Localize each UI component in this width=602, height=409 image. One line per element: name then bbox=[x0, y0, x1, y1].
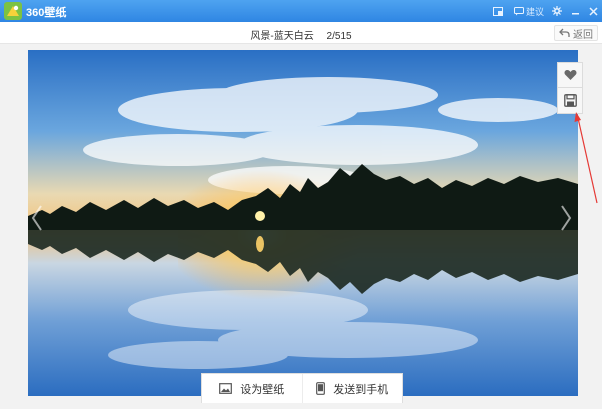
category-label: 风景-蓝天白云 bbox=[250, 31, 314, 42]
info-bar: 风景-蓝天白云 2/515 返回 bbox=[0, 22, 602, 44]
feedback-button[interactable]: 建议 bbox=[512, 2, 546, 20]
title-bar: 360壁纸 建议 bbox=[0, 0, 602, 22]
photo-counter: 2/515 bbox=[326, 31, 352, 42]
picture-icon bbox=[219, 383, 233, 394]
back-button[interactable]: 返回 bbox=[554, 25, 598, 41]
close-icon[interactable] bbox=[586, 2, 600, 20]
heart-icon bbox=[564, 70, 576, 80]
bottom-action-bar: 设为壁纸 发送到手机 bbox=[201, 373, 403, 403]
back-label: 返回 bbox=[573, 29, 593, 41]
photo-title: 风景-蓝天白云 2/515 bbox=[0, 27, 602, 42]
settings-gear-icon[interactable] bbox=[550, 2, 564, 20]
app-logo-icon bbox=[4, 2, 22, 20]
wallpaper-photo bbox=[28, 50, 578, 396]
favorite-button[interactable] bbox=[557, 62, 583, 88]
photo-stage bbox=[0, 44, 602, 409]
previous-photo-arrow-icon[interactable] bbox=[30, 204, 44, 232]
mini-mode-icon[interactable] bbox=[490, 2, 506, 20]
chat-icon bbox=[513, 6, 524, 15]
app-title: 360壁纸 bbox=[26, 7, 67, 19]
set-wallpaper-label: 设为壁纸 bbox=[240, 383, 285, 396]
phone-icon bbox=[316, 382, 326, 395]
feedback-label: 建议 bbox=[525, 6, 544, 17]
save-disk-icon bbox=[563, 94, 577, 107]
save-button[interactable] bbox=[557, 88, 583, 114]
next-photo-arrow-icon[interactable] bbox=[559, 204, 573, 232]
side-toolbar bbox=[557, 62, 583, 114]
minimize-icon[interactable] bbox=[568, 2, 582, 20]
send-to-phone-button[interactable]: 发送到手机 bbox=[301, 374, 403, 403]
send-to-phone-label: 发送到手机 bbox=[333, 383, 389, 396]
return-arrow-icon bbox=[559, 28, 570, 37]
set-wallpaper-button[interactable]: 设为壁纸 bbox=[202, 374, 302, 403]
